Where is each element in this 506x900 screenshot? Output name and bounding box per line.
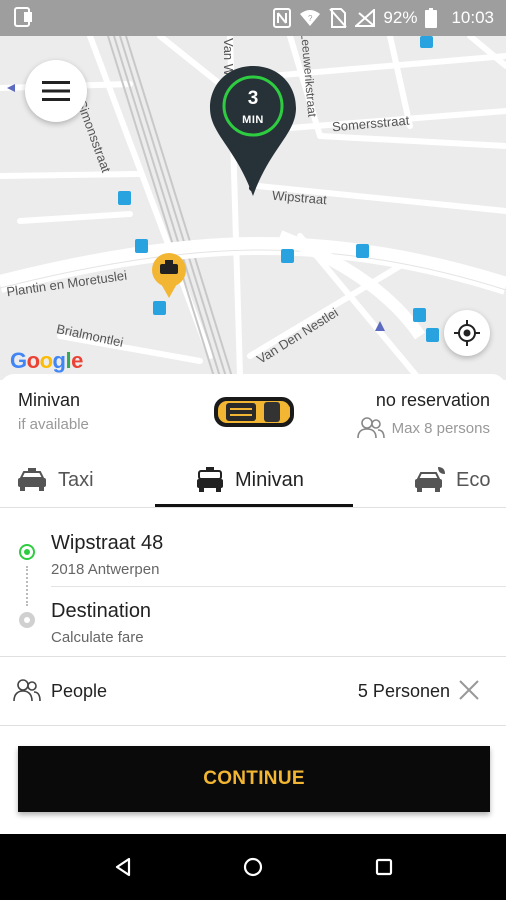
nfc-icon (273, 8, 292, 28)
crosshair-icon (454, 320, 480, 346)
vehicle-tabs: Taxi Minivan Eco (0, 450, 506, 508)
back-triangle-icon (115, 857, 131, 877)
route-section: Wipstraat 48 2018 Antwerpen Destination … (0, 508, 506, 656)
capacity-info: Max 8 persons (356, 416, 490, 440)
minivan-car-image (212, 392, 296, 437)
no-sim-icon (329, 8, 348, 28)
wifi-icon: ? (299, 9, 321, 27)
recents-square-icon (375, 858, 393, 876)
tab-taxi[interactable]: Taxi (16, 462, 94, 498)
eta-pin: 3 MIN (208, 66, 298, 196)
menu-button[interactable] (25, 60, 87, 122)
capacity-text: Max 8 persons (391, 419, 490, 437)
tab-label: Eco (456, 468, 491, 491)
system-nav-bar (0, 834, 506, 900)
people-label: People (51, 681, 108, 701)
hamburger-icon (42, 81, 70, 101)
tab-label: Taxi (58, 468, 94, 491)
eta-unit: MIN (242, 114, 264, 126)
continue-button[interactable]: CONTINUE (18, 746, 490, 812)
battery-percent: 92% (383, 8, 418, 27)
pickup-address: Wipstraat 48 (51, 532, 164, 554)
car-availability: if available (18, 416, 89, 433)
clock: 10:03 (451, 8, 494, 27)
minivan-icon (197, 467, 223, 492)
battery-icon (425, 8, 438, 28)
people-count: 5 Personen (357, 681, 450, 701)
map[interactable]: Simonsstraat Van W Leeuwerikstraat Somer… (0, 36, 506, 380)
tab-eco[interactable]: Eco (414, 462, 490, 498)
destination-hint: Calculate fare (51, 629, 144, 646)
home-button[interactable] (238, 852, 268, 882)
google-logo: Google (10, 348, 83, 373)
back-button[interactable] (108, 852, 138, 882)
car-type-name: Minivan (18, 390, 81, 410)
close-icon (459, 680, 479, 700)
booking-panel: Minivan if available no reservation Max … (0, 374, 506, 834)
tab-minivan[interactable]: Minivan (195, 462, 304, 498)
locate-button[interactable] (444, 310, 490, 356)
destination-location[interactable]: Destination Calculate fare (0, 586, 506, 654)
reservation-status: no reservation (375, 390, 490, 410)
eco-car-icon (415, 467, 445, 492)
people-icon (356, 417, 385, 439)
pickup-location[interactable]: Wipstraat 48 2018 Antwerpen (0, 518, 506, 586)
tab-label: Minivan (235, 468, 304, 491)
home-circle-icon (243, 857, 263, 877)
active-tab-indicator (155, 504, 353, 507)
clear-people-button[interactable] (458, 679, 480, 706)
screen-mirror-icon (14, 6, 34, 33)
status-bar: ? 92% 10:03 (0, 0, 506, 36)
destination-title: Destination (51, 600, 152, 622)
signal-icon (355, 9, 376, 27)
eta-value: 3 (247, 88, 259, 109)
car-info: Minivan if available no reservation Max … (0, 374, 506, 450)
recents-button[interactable] (369, 852, 399, 882)
svg-text:?: ? (308, 14, 313, 23)
pickup-city: 2018 Antwerpen (51, 561, 160, 578)
taxi-icon (18, 468, 46, 491)
people-icon (12, 677, 42, 708)
people-selector[interactable]: People 5 Personen (0, 656, 506, 726)
